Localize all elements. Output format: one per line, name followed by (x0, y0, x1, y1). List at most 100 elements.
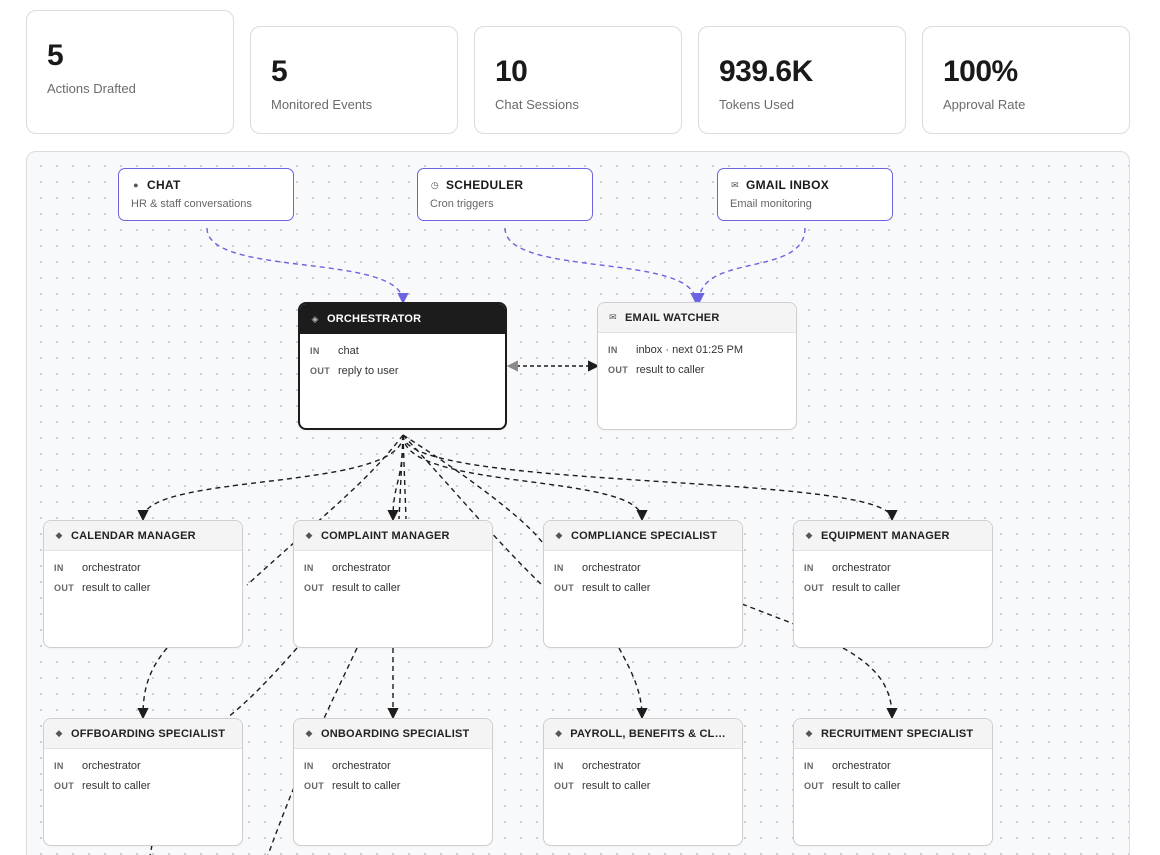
source-title: GMAIL INBOX (746, 178, 830, 192)
edge-equipment-recruitment (842, 647, 898, 720)
agent-node-payroll-benefits-claims[interactable]: ◆ PAYROLL, BENEFITS & CLAIM... IN orchestr… (543, 718, 743, 846)
source-title: CHAT (147, 178, 181, 192)
io-out-value: result to caller (582, 582, 651, 594)
io-out-value: result to caller (582, 780, 651, 792)
agent-node-calendar-manager[interactable]: ◆ CALENDAR MANAGER IN orchestrator OUT resu… (43, 520, 243, 648)
edge-scheduler-to-email-watcher (504, 227, 702, 305)
io-out-tag: OUT (310, 366, 331, 376)
source-node-gmail-inbox[interactable]: ✉ GMAIL INBOX Email monitoring (717, 168, 893, 221)
source-node-chat[interactable]: ● CHAT HR & staff conversations (118, 168, 294, 221)
agent-node-orchestrator[interactable]: ◈ ORCHESTRATOR IN chat OUT reply to user (298, 302, 507, 430)
diamond-icon: ◆ (805, 728, 813, 738)
edge-orchestrator-complaint-c (402, 434, 407, 520)
io-out-value: result to caller (82, 780, 151, 792)
stat-value: 939.6K (719, 55, 813, 88)
io-in-value: orchestrator (582, 760, 641, 772)
agent-node-recruitment-specialist[interactable]: ◆ RECRUITMENT SPECIALIST IN orchestrator O… (793, 718, 993, 846)
io-in-value: orchestrator (832, 562, 891, 574)
io-in-value: orchestrator (332, 562, 391, 574)
diamond-icon: ◆ (305, 530, 313, 540)
diamond-icon: ◆ (305, 728, 313, 738)
agent-node-email-watcher[interactable]: ✉ EMAIL WATCHER IN inbox · next 01:25 PM O… (597, 302, 797, 430)
stat-card-actions-drafted: 5 Actions Drafted (26, 10, 234, 134)
source-subtitle: Cron triggers (430, 198, 494, 210)
stat-label: Approval Rate (943, 97, 1026, 112)
io-out-tag: OUT (54, 583, 75, 593)
io-in-tag: IN (54, 563, 64, 573)
io-in-tag: IN (554, 563, 564, 573)
agent-title: ORCHESTRATOR (327, 313, 422, 325)
stat-label: Actions Drafted (47, 81, 136, 96)
stat-label: Monitored Events (271, 97, 373, 112)
edge-orchestrator-compliance (402, 434, 648, 522)
source-node-scheduler[interactable]: ◷ SCHEDULER Cron triggers (417, 168, 593, 221)
stat-label: Chat Sessions (495, 97, 579, 112)
io-out-tag: OUT (304, 781, 325, 791)
io-in-tag: IN (54, 761, 64, 771)
edge-offboarding-down (149, 844, 153, 855)
agent-title: ONBOARDING SPECIALIST (321, 727, 470, 740)
clock-icon: ◷ (430, 179, 440, 190)
source-subtitle: HR & staff conversations (131, 198, 252, 210)
io-out-value: result to caller (332, 582, 401, 594)
agent-title: RECRUITMENT SPECIALIST (821, 727, 974, 740)
io-out-value: result to caller (82, 582, 151, 594)
source-subtitle: Email monitoring (730, 198, 812, 210)
agent-title: EQUIPMENT MANAGER (821, 529, 950, 542)
edge-pass-right (741, 603, 795, 625)
agent-node-complaint-manager[interactable]: ◆ COMPLAINT MANAGER IN orchestrator OUT res… (293, 520, 493, 648)
io-in-tag: IN (310, 346, 320, 356)
agent-title: EMAIL WATCHER (625, 311, 720, 324)
io-out-tag: OUT (804, 781, 825, 791)
source-title: SCHEDULER (446, 178, 524, 192)
agent-flow-canvas[interactable]: ● CHAT HR & staff conversations ◷ SCHEDULE… (26, 151, 1130, 855)
io-in-value: orchestrator (582, 562, 641, 574)
stat-card-tokens-used: 939.6K Tokens Used (698, 26, 906, 134)
io-out-tag: OUT (554, 781, 575, 791)
edge-chat-to-orchestrator (206, 227, 409, 305)
stat-value: 10 (495, 55, 528, 88)
agent-title: COMPLIANCE SPECIALIST (571, 529, 717, 542)
diamond-icon: ◆ (55, 530, 63, 540)
edge-orchestrator-complaint-b (398, 434, 404, 520)
diamond-icon: ◆ (805, 530, 813, 540)
edge-calendar-offboarding (137, 647, 168, 720)
agent-node-offboarding-specialist[interactable]: ◆ OFFBOARDING SPECIALIST IN orchestrator O… (43, 718, 243, 846)
edge-complaint-offboarding (226, 647, 298, 719)
io-in-tag: IN (804, 761, 814, 771)
io-in-tag: IN (304, 563, 314, 573)
info-icon: ● (133, 180, 139, 190)
io-in-tag: IN (304, 761, 314, 771)
io-in-value: orchestrator (332, 760, 391, 772)
agent-node-equipment-manager[interactable]: ◆ EQUIPMENT MANAGER IN orchestrator OUT res… (793, 520, 993, 648)
stat-value: 100% (943, 55, 1018, 88)
io-in-value: orchestrator (82, 760, 141, 772)
io-out-tag: OUT (608, 365, 629, 375)
diamond-icon: ◆ (55, 728, 63, 738)
io-in-tag: IN (608, 345, 618, 355)
io-out-tag: OUT (54, 781, 75, 791)
agent-title: COMPLAINT MANAGER (321, 529, 450, 542)
io-out-value: result to caller (332, 780, 401, 792)
io-in-value: chat (338, 345, 359, 357)
stat-label: Tokens Used (719, 97, 795, 112)
edge-orchestrator-equipment (402, 434, 898, 522)
io-in-value: orchestrator (82, 562, 141, 574)
diamond-icon: ◆ (555, 728, 563, 738)
stat-card-approval-rate: 100% Approval Rate (922, 26, 1130, 134)
io-out-value: result to caller (832, 582, 901, 594)
stat-value: 5 (47, 39, 64, 72)
diamond-icon: ◈ (311, 313, 319, 324)
io-out-value: reply to user (338, 365, 399, 377)
agent-node-compliance-specialist[interactable]: ◆ COMPLIANCE SPECIALIST IN orchestrator OU… (543, 520, 743, 648)
stat-card-monitored-events: 5 Monitored Events (250, 26, 458, 134)
io-out-tag: OUT (804, 583, 825, 593)
io-in-value: orchestrator (832, 760, 891, 772)
io-out-value: result to caller (636, 364, 705, 376)
mail-icon: ✉ (609, 312, 617, 322)
io-in-tag: IN (804, 563, 814, 573)
io-out-tag: OUT (554, 583, 575, 593)
io-out-tag: OUT (304, 583, 325, 593)
agent-node-onboarding-specialist[interactable]: ◆ ONBOARDING SPECIALIST IN orchestrator OU… (293, 718, 493, 846)
agent-title: CALENDAR MANAGER (71, 529, 196, 542)
